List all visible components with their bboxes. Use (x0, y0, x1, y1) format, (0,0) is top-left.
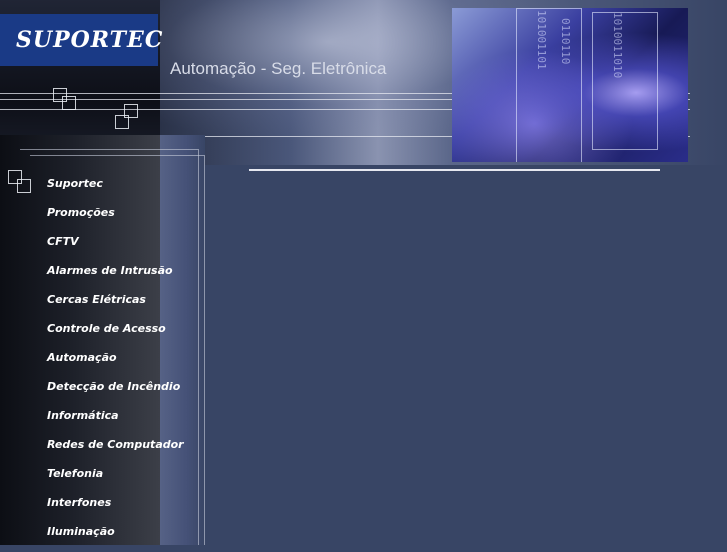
sidebar-item-telefonia[interactable]: Telefonia (47, 465, 184, 494)
square-decor-icon (17, 179, 31, 193)
photo-binary-text: 1010011010 (611, 12, 624, 79)
sidebar-link[interactable]: Telefonia (47, 467, 103, 481)
sidebar-link[interactable]: Suportec (47, 177, 103, 191)
sidebar-item-automacao[interactable]: Automação (47, 349, 184, 378)
logo-text: SUPORTEC (16, 27, 164, 53)
sidebar-frame-line (198, 149, 199, 545)
sidebar-item-promocoes[interactable]: Promoções (47, 204, 184, 233)
sidebar-link[interactable]: Alarmes de Intrusão (47, 264, 173, 278)
tagline: Automação - Seg. Eletrônica (170, 59, 387, 78)
sidebar-link[interactable]: Cercas Elétricas (47, 293, 146, 307)
sidebar-item-interfones[interactable]: Interfones (47, 494, 184, 523)
sidebar-item-redes[interactable]: Redes de Computador (47, 436, 184, 465)
photo-binary-text: 101001101 (535, 10, 548, 70)
technology-photo: 101001101 0110110 1010011010 (452, 8, 688, 162)
sidebar-link[interactable]: CFTV (47, 235, 79, 249)
sidebar-item-deteccao-incendio[interactable]: Detecção de Incêndio (47, 378, 184, 407)
photo-grid (592, 12, 658, 150)
photo-binary-text: 0110110 (559, 18, 572, 65)
sidebar-item-cercas[interactable]: Cercas Elétricas (47, 291, 184, 320)
square-decor-icon (115, 115, 129, 129)
sidebar-link[interactable]: Automação (47, 351, 117, 365)
content-divider (249, 169, 660, 171)
sidebar-link[interactable]: Detecção de Incêndio (47, 380, 180, 394)
sidebar-item-controle-acesso[interactable]: Controle de Acesso (47, 320, 184, 349)
sidebar-frame-line (204, 155, 205, 545)
sidebar-menu: Suportec Promoções CFTV Alarmes de Intru… (47, 175, 184, 552)
sidebar-item-suportec[interactable]: Suportec (47, 175, 184, 204)
sidebar-link[interactable]: Controle de Acesso (47, 322, 166, 336)
sidebar-link[interactable]: Promoções (47, 206, 115, 220)
square-decor-icon (62, 96, 76, 110)
sidebar-frame-line (30, 155, 204, 156)
sidebar-item-informatica[interactable]: Informática (47, 407, 184, 436)
sidebar-link[interactable]: Iluminação (47, 525, 115, 539)
sidebar-link[interactable]: Interfones (47, 496, 111, 510)
sidebar-link[interactable]: Redes de Computador (47, 438, 184, 452)
sidebar-item-alarmes[interactable]: Alarmes de Intrusão (47, 262, 184, 291)
photo-grid (516, 8, 582, 162)
sidebar-item-iluminacao[interactable]: Iluminação (47, 523, 184, 552)
sidebar-link[interactable]: Informática (47, 409, 119, 423)
logo[interactable]: SUPORTEC (0, 14, 162, 66)
sidebar-frame-line (20, 149, 198, 150)
sidebar-item-cftv[interactable]: CFTV (47, 233, 184, 262)
